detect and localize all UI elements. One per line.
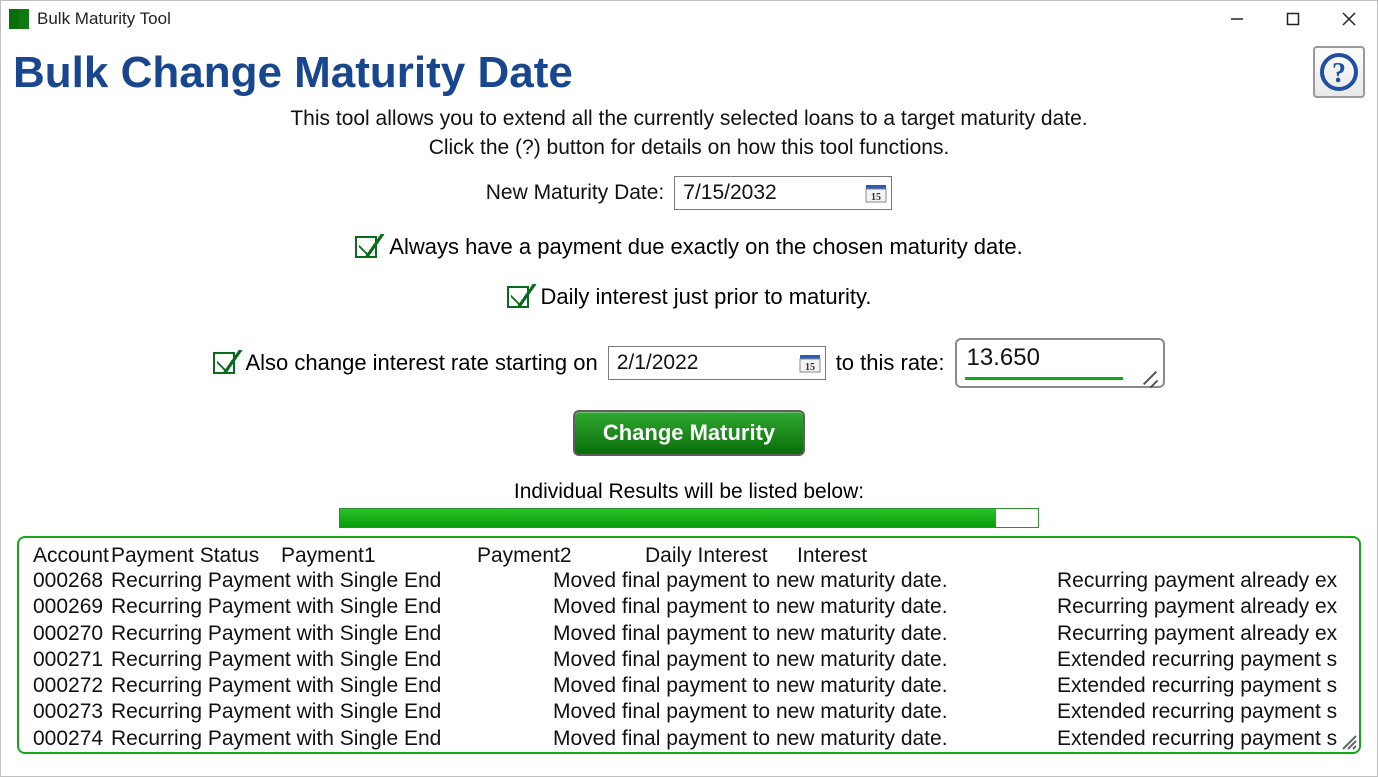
- cell-interest: Extended recurring payment s: [1057, 726, 1345, 752]
- close-button[interactable]: [1321, 1, 1377, 37]
- cell-interest: Extended recurring payment s: [1057, 673, 1345, 699]
- cell-interest: Recurring payment already ex: [1057, 568, 1345, 594]
- cell-interest: Extended recurring payment s: [1057, 647, 1345, 673]
- title-bar: Bulk Maturity Tool: [1, 1, 1377, 37]
- cell-payment-status: Recurring Payment with Single End: [111, 726, 553, 752]
- calendar-icon[interactable]: 15: [797, 350, 823, 376]
- intro-line2: Click the (?) button for details on how …: [13, 134, 1365, 162]
- cell-account: 000274: [33, 726, 111, 752]
- results-rows: 000268Recurring Payment with Single EndM…: [33, 568, 1345, 752]
- change-rate-checkbox[interactable]: [213, 352, 235, 374]
- cell-account: 000271: [33, 647, 111, 673]
- intro-line1: This tool allows you to extend all the c…: [13, 105, 1365, 133]
- cell-payment-status: Recurring Payment with Single End: [111, 699, 553, 725]
- cell-account: 000270: [33, 621, 111, 647]
- rate-date-value: 2/1/2022: [617, 351, 797, 375]
- question-icon: ?: [1318, 51, 1360, 93]
- col-interest: Interest: [797, 544, 897, 568]
- maturity-label: New Maturity Date:: [486, 181, 665, 205]
- maturity-date-value: 7/15/2032: [683, 181, 863, 205]
- cell-account: 000272: [33, 673, 111, 699]
- progress-fill: [340, 509, 996, 527]
- col-payment-status: Payment Status: [111, 544, 281, 568]
- cell-payment2: Moved final payment to new maturity date…: [553, 647, 1057, 673]
- change-rate-suffix: to this rate:: [836, 350, 945, 376]
- cell-payment2: Moved final payment to new maturity date…: [553, 621, 1057, 647]
- svg-text:15: 15: [871, 192, 881, 203]
- cell-interest: Recurring payment already ex: [1057, 621, 1345, 647]
- results-label: Individual Results will be listed below:: [13, 480, 1365, 504]
- payment-due-checkbox[interactable]: [355, 236, 377, 258]
- cell-payment2: Moved final payment to new maturity date…: [553, 594, 1057, 620]
- rate-underline: [965, 377, 1123, 380]
- col-daily-interest: Daily Interest: [645, 544, 797, 568]
- svg-text:15: 15: [805, 362, 815, 373]
- rate-date-field[interactable]: 2/1/2022 15: [608, 346, 826, 380]
- col-payment2: Payment2: [477, 544, 645, 568]
- window-title: Bulk Maturity Tool: [37, 9, 171, 29]
- col-account: Account: [33, 544, 111, 568]
- col-payment1: Payment1: [281, 544, 477, 568]
- minimize-button[interactable]: [1209, 1, 1265, 37]
- daily-interest-label: Daily interest just prior to maturity.: [541, 284, 872, 310]
- cell-interest: Extended recurring payment s: [1057, 699, 1345, 725]
- cell-interest: Recurring payment already ex: [1057, 594, 1345, 620]
- table-row: 000274Recurring Payment with Single EndM…: [33, 726, 1345, 752]
- calendar-icon[interactable]: 15: [863, 180, 889, 206]
- resize-grip-icon: [1139, 367, 1159, 383]
- cell-payment2: Moved final payment to new maturity date…: [553, 699, 1057, 725]
- table-row: 000268Recurring Payment with Single EndM…: [33, 568, 1345, 594]
- payment-due-label: Always have a payment due exactly on the…: [389, 234, 1022, 260]
- cell-payment2: Moved final payment to new maturity date…: [553, 673, 1057, 699]
- table-row: 000271Recurring Payment with Single EndM…: [33, 647, 1345, 673]
- resize-grip-icon: [1339, 732, 1357, 750]
- svg-text:?: ?: [1332, 58, 1346, 89]
- cell-payment-status: Recurring Payment with Single End: [111, 673, 553, 699]
- cell-account: 000269: [33, 594, 111, 620]
- table-row: 000272Recurring Payment with Single EndM…: [33, 673, 1345, 699]
- cell-account: 000273: [33, 699, 111, 725]
- cell-payment-status: Recurring Payment with Single End: [111, 594, 553, 620]
- intro-text: This tool allows you to extend all the c…: [13, 105, 1365, 162]
- page-title: Bulk Change Maturity Date: [13, 49, 573, 97]
- table-row: 000269Recurring Payment with Single EndM…: [33, 594, 1345, 620]
- cell-payment2: Moved final payment to new maturity date…: [553, 726, 1057, 752]
- rate-value: 13.650: [967, 344, 1040, 372]
- maturity-date-field[interactable]: 7/15/2032 15: [674, 176, 892, 210]
- maximize-button[interactable]: [1265, 1, 1321, 37]
- table-row: 000270Recurring Payment with Single EndM…: [33, 621, 1345, 647]
- daily-interest-checkbox[interactable]: [507, 286, 529, 308]
- cell-payment-status: Recurring Payment with Single End: [111, 621, 553, 647]
- app-icon: [9, 9, 29, 29]
- cell-account: 000268: [33, 568, 111, 594]
- results-panel: Account Payment Status Payment1 Payment2…: [17, 536, 1361, 754]
- change-rate-prefix: Also change interest rate starting on: [245, 350, 597, 376]
- change-maturity-button[interactable]: Change Maturity: [573, 410, 805, 456]
- cell-payment-status: Recurring Payment with Single End: [111, 647, 553, 673]
- table-row: 000273Recurring Payment with Single EndM…: [33, 699, 1345, 725]
- cell-payment-status: Recurring Payment with Single End: [111, 568, 553, 594]
- help-button[interactable]: ?: [1313, 46, 1365, 98]
- results-header: Account Payment Status Payment1 Payment2…: [33, 544, 1345, 568]
- rate-input[interactable]: 13.650: [955, 338, 1165, 388]
- progress-bar: [339, 508, 1039, 528]
- cell-payment2: Moved final payment to new maturity date…: [553, 568, 1057, 594]
